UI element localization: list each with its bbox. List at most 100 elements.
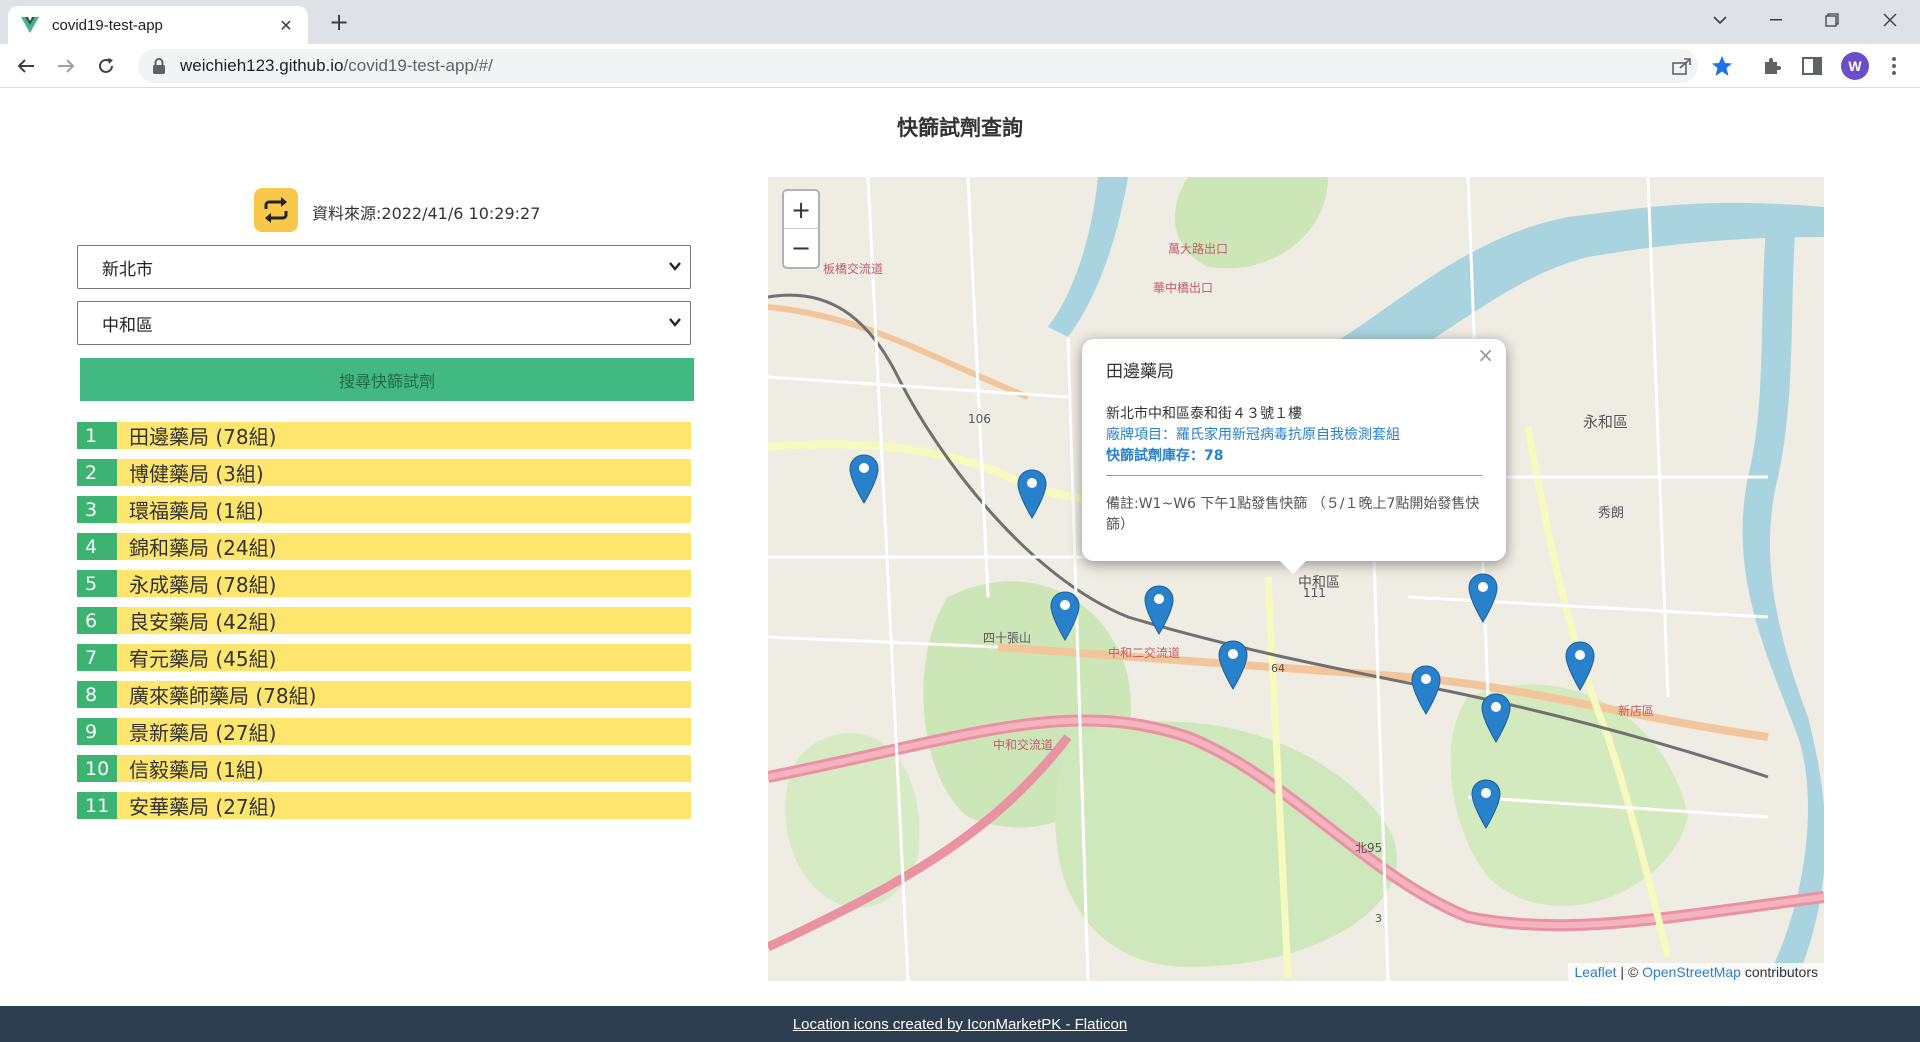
svg-text:106: 106 — [968, 412, 991, 426]
url-domain: weichieh123.github.io — [180, 56, 344, 75]
district-select-value: 中和區 — [102, 315, 153, 336]
svg-text:新店區: 新店區 — [1618, 703, 1654, 718]
more-menu-icon[interactable] — [1882, 54, 1906, 78]
zoom-control: + − — [782, 189, 820, 269]
svg-text:64: 64 — [1271, 662, 1285, 675]
list-item-number: 11 — [77, 792, 117, 819]
profile-avatar[interactable]: W — [1841, 52, 1869, 80]
svg-text:中和交流道: 中和交流道 — [993, 737, 1053, 752]
address-bar[interactable]: weichieh123.github.io/covid19-test-app/#… — [138, 49, 1698, 83]
svg-text:萬大路出口: 萬大路出口 — [1168, 241, 1228, 256]
map-marker-icon[interactable] — [1481, 693, 1511, 743]
extensions-puzzle-icon[interactable] — [1760, 54, 1784, 78]
district-select[interactable]: 中和區 — [77, 301, 691, 345]
url-path: /covid19-test-app/#/ — [343, 56, 493, 75]
list-item-label: 博健藥局 (3組) — [129, 462, 264, 486]
back-arrow-icon[interactable] — [12, 52, 40, 80]
list-item-label: 錦和藥局 (24組) — [129, 536, 277, 560]
reading-mode-icon[interactable] — [1800, 54, 1824, 78]
zoom-out-button[interactable]: − — [784, 229, 818, 267]
browser-tab-strip: covid19-test-app ✕ + — [0, 0, 1920, 44]
search-button[interactable]: 搜尋快篩試劑 — [80, 358, 694, 401]
list-item-number: 9 — [77, 718, 117, 745]
list-item[interactable]: 7 宥元藥局 (45組) — [77, 644, 691, 671]
minimize-button[interactable] — [1748, 0, 1804, 40]
map-marker-icon[interactable] — [849, 454, 879, 504]
list-item[interactable]: 3 環福藥局 (1組) — [77, 496, 691, 523]
map[interactable]: 106 64 111 3 中和區 永和區 秀朗 四十張山 中和二交流道 中和交流… — [768, 177, 1824, 981]
list-item[interactable]: 10 信毅藥局 (1組) — [77, 755, 691, 782]
attribution-contributors: contributors — [1740, 964, 1818, 980]
chevron-down-icon — [669, 318, 681, 327]
footer-credit-link[interactable]: Location icons created by IconMarketPK -… — [793, 1016, 1127, 1033]
map-marker-icon[interactable] — [1411, 665, 1441, 715]
new-tab-button[interactable]: + — [325, 8, 353, 36]
list-item[interactable]: 8 廣來藥師藥局 (78組) — [77, 681, 691, 708]
list-item[interactable]: 4 錦和藥局 (24組) — [77, 533, 691, 560]
popup-address: 新北市中和區泰和街４３號１樓 — [1106, 406, 1302, 422]
list-item-label: 安華藥局 (27組) — [129, 795, 277, 819]
map-tiles: 106 64 111 3 中和區 永和區 秀朗 四十張山 中和二交流道 中和交流… — [768, 177, 1824, 981]
tab-search-icon[interactable] — [1692, 0, 1748, 40]
list-item[interactable]: 6 良安藥局 (42組) — [77, 607, 691, 634]
svg-text:3: 3 — [1375, 912, 1382, 925]
list-item[interactable]: 2 博健藥局 (3組) — [77, 459, 691, 486]
svg-text:中和區: 中和區 — [1298, 575, 1340, 591]
list-item-label: 信毅藥局 (1組) — [129, 758, 264, 782]
map-marker-icon[interactable] — [1565, 641, 1595, 691]
svg-text:永和區: 永和區 — [1583, 413, 1628, 431]
list-item-label: 環福藥局 (1組) — [129, 499, 264, 523]
share-icon[interactable] — [1670, 54, 1694, 78]
list-item-label: 永成藥局 (78組) — [129, 573, 277, 597]
svg-text:華中橋出口: 華中橋出口 — [1153, 280, 1213, 295]
leaflet-link[interactable]: Leaflet — [1574, 964, 1616, 980]
svg-text:秀朗: 秀朗 — [1598, 506, 1624, 521]
vue-logo-icon — [20, 15, 40, 35]
reload-icon[interactable] — [92, 52, 120, 80]
svg-text:四十張山: 四十張山 — [983, 631, 1031, 645]
tab-close-icon[interactable]: ✕ — [276, 16, 296, 35]
page-title: 快篩試劑查詢 — [897, 116, 1023, 140]
list-item-number: 7 — [77, 644, 117, 671]
list-item[interactable]: 1 田邊藥局 (78組) — [77, 422, 691, 449]
popup-close-icon[interactable]: × — [1477, 343, 1494, 367]
map-attribution: Leaflet | © OpenStreetMap contributors — [1568, 963, 1824, 981]
bookmark-star-icon[interactable] — [1710, 54, 1734, 78]
list-item-label: 宥元藥局 (45組) — [129, 647, 277, 671]
restore-button[interactable] — [1804, 0, 1860, 40]
map-marker-icon[interactable] — [1050, 591, 1080, 641]
map-marker-icon[interactable] — [1471, 779, 1501, 829]
svg-text:板橋交流道: 板橋交流道 — [823, 261, 883, 276]
map-marker-icon[interactable] — [1017, 469, 1047, 519]
map-marker-icon[interactable] — [1144, 585, 1174, 635]
popup-stock: 快篩試劑庫存：78 — [1106, 448, 1224, 464]
map-marker-icon[interactable] — [1218, 640, 1248, 690]
map-marker-icon[interactable] — [1468, 573, 1498, 623]
list-item-label: 廣來藥師藥局 (78組) — [129, 684, 317, 708]
list-item-number: 1 — [77, 422, 117, 449]
city-select[interactable]: 新北市 — [77, 245, 691, 289]
list-item-number: 2 — [77, 459, 117, 486]
popup-tip — [1279, 560, 1307, 574]
repeat-icon — [264, 197, 288, 223]
list-item[interactable]: 5 永成藥局 (78組) — [77, 570, 691, 597]
list-item-label: 田邊藥局 (78組) — [129, 425, 277, 449]
list-item-number: 3 — [77, 496, 117, 523]
list-item-number: 4 — [77, 533, 117, 560]
footer: Location icons created by IconMarketPK -… — [0, 1006, 1920, 1042]
browser-tab[interactable]: covid19-test-app ✕ — [8, 6, 308, 44]
list-item-label: 景新藥局 (27組) — [129, 721, 277, 745]
close-window-button[interactable] — [1862, 0, 1918, 40]
list-item-number: 6 — [77, 607, 117, 634]
refresh-button[interactable] — [254, 188, 298, 232]
pharmacy-list: 1 田邊藥局 (78組) 2 博健藥局 (3組) 3 環福藥局 (1組) 4 錦和藥局 … — [77, 422, 691, 829]
forward-arrow-icon[interactable] — [52, 52, 80, 80]
osm-link[interactable]: OpenStreetMap — [1642, 964, 1741, 980]
zoom-in-button[interactable]: + — [784, 191, 818, 229]
list-item[interactable]: 9 景新藥局 (27組) — [77, 718, 691, 745]
list-item[interactable]: 11 安華藥局 (27組) — [77, 792, 691, 819]
list-item-number: 5 — [77, 570, 117, 597]
browser-toolbar: weichieh123.github.io/covid19-test-app/#… — [0, 44, 1920, 88]
lock-icon[interactable] — [152, 58, 168, 74]
popup-divider — [1106, 475, 1482, 476]
